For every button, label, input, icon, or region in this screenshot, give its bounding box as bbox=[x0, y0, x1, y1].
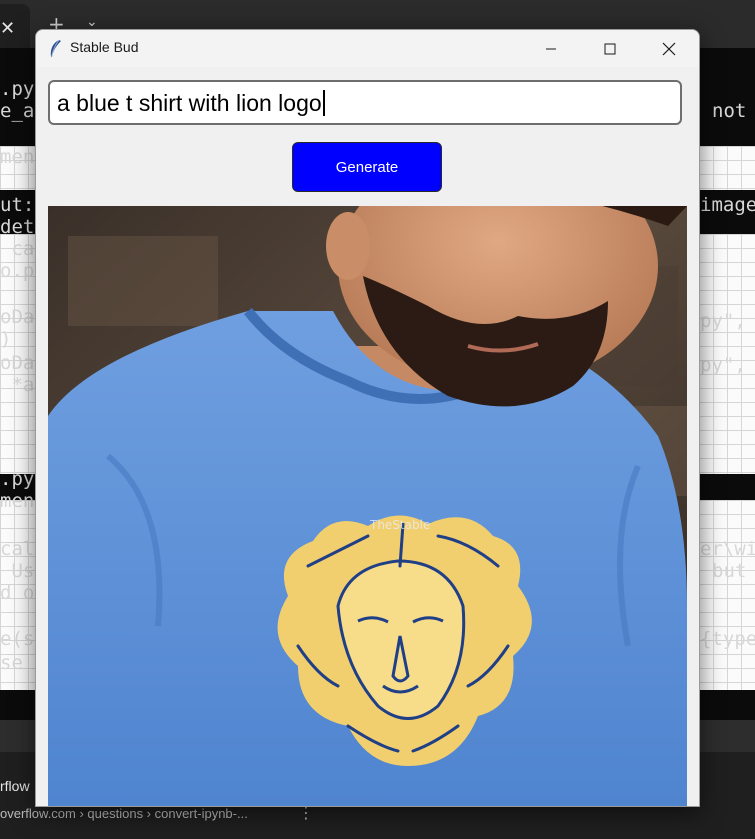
grid-panel bbox=[699, 146, 755, 190]
code-line: py", bbox=[700, 310, 746, 332]
browser-tab[interactable]: ✕ bbox=[0, 4, 30, 48]
minimize-button[interactable] bbox=[522, 30, 580, 67]
code-line: image bbox=[700, 194, 755, 216]
prompt-text: a blue t shirt with lion logo bbox=[57, 90, 322, 116]
code-line: but bbox=[712, 560, 747, 582]
maximize-icon bbox=[604, 43, 616, 54]
code-line: ut: bbox=[0, 194, 35, 216]
feather-icon bbox=[50, 39, 61, 58]
close-button[interactable] bbox=[640, 30, 698, 67]
generate-button[interactable]: Generate bbox=[292, 142, 442, 192]
code-line: .py bbox=[0, 468, 35, 490]
code-line: er\wi bbox=[700, 538, 755, 560]
image-watermark: TheStable bbox=[369, 518, 430, 532]
result-url[interactable]: overflow.com › questions › convert-ipynb… bbox=[0, 806, 248, 821]
text-caret bbox=[322, 90, 325, 116]
close-tab-icon[interactable]: ✕ bbox=[0, 18, 15, 39]
code-line: py", bbox=[700, 354, 746, 376]
prompt-input[interactable]: a blue t shirt with lion logo bbox=[48, 80, 682, 125]
chevron-down-icon[interactable]: ⌄ bbox=[86, 14, 98, 30]
title-bar[interactable]: Stable Bud bbox=[36, 30, 699, 67]
code-line: ) bbox=[0, 328, 12, 350]
code-line: ca bbox=[0, 238, 35, 260]
result-title-link[interactable]: rflow bbox=[0, 778, 30, 794]
close-icon bbox=[662, 42, 676, 55]
minimize-icon bbox=[546, 48, 556, 49]
code-line: not bbox=[712, 100, 747, 122]
code-line: {type bbox=[700, 628, 755, 650]
stable-bud-window: Stable Bud a blue t shirt with lion logo… bbox=[35, 29, 700, 807]
code-line: .py bbox=[0, 78, 35, 100]
window-title: Stable Bud bbox=[70, 39, 139, 55]
grid-panel bbox=[699, 500, 755, 690]
generated-image: TheStable bbox=[48, 206, 687, 806]
maximize-button[interactable] bbox=[581, 30, 639, 67]
